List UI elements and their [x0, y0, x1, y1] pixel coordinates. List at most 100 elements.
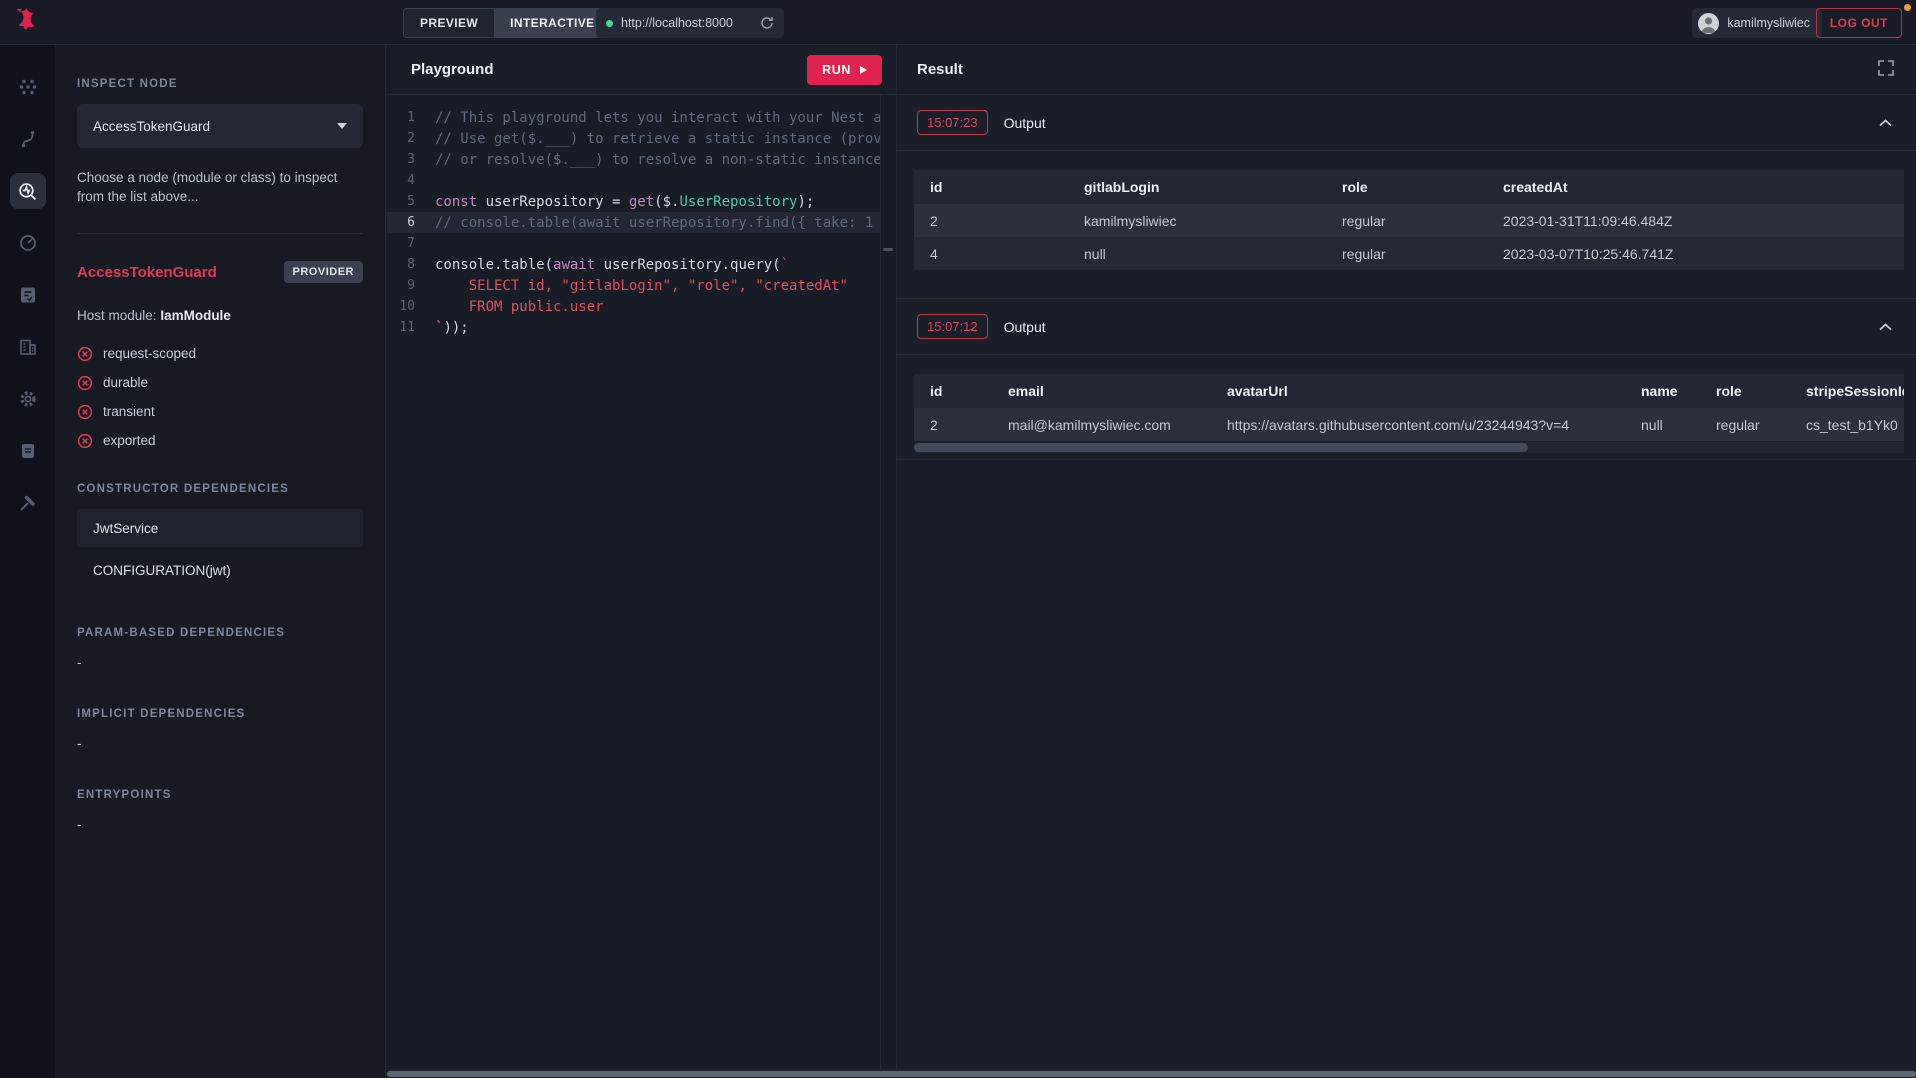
host-module-row: Host module: IamModule: [77, 308, 363, 323]
scrollbar-thumb[interactable]: [914, 443, 1528, 452]
logout-button[interactable]: LOG OUT: [1816, 8, 1902, 38]
dep-configuration-jwt[interactable]: CONFIGURATION(jwt): [77, 551, 363, 589]
code-editor[interactable]: 1 // This playground lets you interact w…: [387, 95, 881, 1078]
playground-header: Playground RUN: [387, 45, 896, 95]
output-block: 15:07:23 Output id gitlabLogin role crea…: [897, 95, 1916, 299]
expand-icon[interactable]: [1874, 56, 1898, 83]
url-text: http://localhost:8000: [621, 16, 752, 30]
column-header: role: [1700, 374, 1790, 408]
column-header: role: [1326, 170, 1487, 204]
table-row: 4 null regular 2023-03-07T10:25:46.741Z: [914, 237, 1904, 270]
host-module-label: Host module:: [77, 308, 157, 323]
line-number: 2: [387, 131, 435, 146]
performance-icon[interactable]: [10, 225, 46, 261]
output-table: id gitlabLogin role createdAt 2 kamilmys…: [914, 170, 1904, 270]
tab-preview[interactable]: PREVIEW: [404, 9, 494, 37]
output-table: id email avatarUrl name role stripeSessi…: [914, 374, 1904, 453]
settings-icon[interactable]: [10, 381, 46, 417]
logs-icon[interactable]: [10, 433, 46, 469]
run-label: RUN: [822, 63, 851, 77]
timestamp-badge: 15:07:12: [917, 314, 988, 339]
code-line: 10 FROM public.user: [387, 296, 880, 317]
caret-down-icon: [337, 123, 347, 129]
column-header: id: [914, 170, 1068, 204]
play-icon: [860, 66, 867, 74]
cross-circle-icon: [77, 404, 93, 420]
cross-circle-icon: [77, 346, 93, 362]
routes-icon[interactable]: [10, 121, 46, 157]
modules-icon[interactable]: [10, 329, 46, 365]
line-number: 10: [387, 299, 435, 314]
dep-jwtservice[interactable]: JwtService: [77, 509, 363, 547]
inspect-hint-text: Choose a node (module or class) to inspe…: [77, 168, 363, 206]
table-cell: cs_test_b1Yk0: [1790, 408, 1904, 441]
table-cell: 4: [914, 237, 1068, 270]
output-label: Output: [1004, 319, 1046, 335]
table-cell: 2023-01-31T11:09:46.484Z: [1487, 204, 1904, 237]
flag-exported: exported: [77, 426, 363, 455]
output-block-header: 15:07:12 Output: [897, 299, 1916, 355]
flag-label: exported: [103, 433, 156, 448]
scrollbar-thumb[interactable]: [387, 1071, 1916, 1077]
code-line: 7: [387, 233, 880, 254]
graph-icon[interactable]: [10, 69, 46, 105]
tab-interactive[interactable]: INTERACTIVE: [494, 9, 610, 37]
flag-transient: transient: [77, 397, 363, 426]
table-cell: mail@kamilmysliwiec.com: [992, 408, 1211, 441]
timestamp-badge: 15:07:23: [917, 110, 988, 135]
user-avatar: [1698, 13, 1719, 34]
refresh-icon[interactable]: [760, 16, 774, 30]
node-name: AccessTokenGuard: [77, 264, 217, 281]
code-line: 4: [387, 170, 880, 191]
line-number: 1: [387, 110, 435, 125]
implicit-deps-value: -: [77, 736, 363, 751]
param-deps-value: -: [77, 655, 363, 670]
code-line: 11 `));: [387, 317, 880, 338]
line-number: 9: [387, 278, 435, 293]
table-horizontal-scrollbar[interactable]: [914, 442, 1904, 453]
code-line: 1 // This playground lets you interact w…: [387, 107, 880, 128]
checklist-icon[interactable]: [10, 277, 46, 313]
entrypoints-title: ENTRYPOINTS: [77, 789, 363, 801]
table-cell: regular: [1326, 237, 1487, 270]
line-number: 6: [387, 215, 435, 230]
user-chip[interactable]: kamilmysliwiec: [1692, 8, 1822, 38]
line-number: 4: [387, 173, 435, 188]
editor-scrollbar-thumb[interactable]: [883, 248, 893, 251]
node-header-row: AccessTokenGuard PROVIDER: [77, 261, 363, 283]
table-row: 2 kamilmysliwiec regular 2023-01-31T11:0…: [914, 204, 1904, 237]
result-title: Result: [917, 61, 963, 78]
chevron-up-icon[interactable]: [1875, 111, 1896, 134]
url-input[interactable]: http://localhost:8000: [596, 8, 784, 38]
code-line: 5 const userRepository = get($.UserRepos…: [387, 191, 880, 212]
playground-panel: Playground RUN 1 // This playground lets…: [387, 45, 896, 1078]
username-label: kamilmysliwiec: [1727, 16, 1810, 30]
cross-circle-icon: [77, 433, 93, 449]
table-header-row: id email avatarUrl name role stripeSessi…: [914, 374, 1904, 408]
code-line: 9 SELECT id, "gitlabLogin", "role", "cre…: [387, 275, 880, 296]
code-line: 3 // or resolve($.___) to resolve a non-…: [387, 149, 880, 170]
table-cell: 2: [914, 204, 1068, 237]
view-mode-tabs: PREVIEW INTERACTIVE: [403, 8, 612, 38]
page-horizontal-scrollbar[interactable]: [387, 1070, 1916, 1078]
gavel-icon[interactable]: [10, 485, 46, 521]
notification-dot-icon: [1904, 4, 1911, 11]
output-block-body: id email avatarUrl name role stripeSessi…: [897, 355, 1916, 459]
node-select-dropdown[interactable]: AccessTokenGuard: [77, 104, 363, 148]
output-block-body: id gitlabLogin role createdAt 2 kamilmys…: [897, 151, 1916, 298]
chevron-up-icon[interactable]: [1875, 315, 1896, 338]
flag-durable: durable: [77, 368, 363, 397]
table-cell: kamilmysliwiec: [1068, 204, 1326, 237]
column-header: name: [1625, 374, 1700, 408]
flag-request-scoped: request-scoped: [77, 339, 363, 368]
output-block-header: 15:07:23 Output: [897, 95, 1916, 151]
nav-rail: [0, 45, 55, 1078]
code-line: 8 console.table(await userRepository.que…: [387, 254, 880, 275]
column-header: gitlabLogin: [1068, 170, 1326, 204]
nest-devtools-app: PREVIEW INTERACTIVE http://localhost:800…: [0, 0, 1916, 1078]
constructor-deps-title: CONSTRUCTOR DEPENDENCIES: [77, 483, 363, 495]
inspect-icon[interactable]: [10, 173, 46, 209]
column-header: id: [914, 374, 992, 408]
run-button[interactable]: RUN: [807, 55, 882, 85]
line-number: 8: [387, 257, 435, 272]
